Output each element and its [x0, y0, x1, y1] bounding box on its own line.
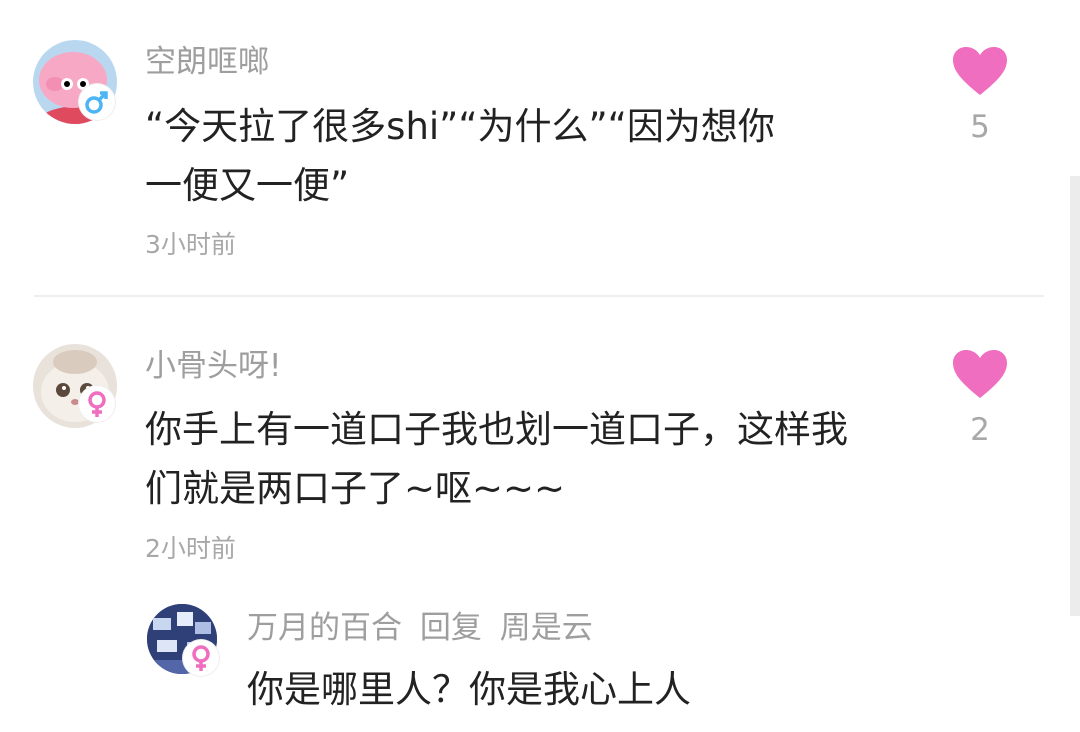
reply-label: 回复 — [419, 610, 482, 646]
female-icon — [183, 640, 219, 676]
comment-text-line: 一便又一便” — [145, 164, 350, 207]
comment-text-line: 们就是两口子了~呕~~~ — [145, 467, 566, 510]
reply-text: 你是哪里人？你是我心上人 — [247, 668, 691, 711]
comment-time: 2小时前 — [145, 534, 236, 563]
comment-username[interactable]: 小骨头呀! — [145, 351, 281, 382]
comment-text-line: “今天拉了很多shi”“为什么”“因为想你 — [145, 105, 775, 148]
like-button[interactable]: 5 — [950, 46, 1010, 143]
heart-icon — [953, 350, 1007, 398]
comment-text-line: 你手上有一道口子我也划一道口子，这样我 — [145, 408, 848, 451]
like-count: 2 — [970, 412, 990, 448]
reply-to-username[interactable]: 周是云 — [500, 610, 593, 646]
comment-divider — [34, 295, 1044, 297]
heart-icon — [953, 47, 1007, 95]
comment-time: 3小时前 — [145, 230, 236, 259]
comment-username[interactable]: 空朗哐啷 — [145, 47, 269, 78]
male-icon — [79, 84, 115, 120]
reply-header: 万月的百合 回复 周是云 — [247, 613, 593, 644]
comment-text: “今天拉了很多shi”“为什么”“因为想你 一便又一便” — [145, 97, 935, 215]
reply-username[interactable]: 万月的百合 — [247, 610, 402, 646]
scrollbar[interactable] — [1070, 176, 1080, 616]
female-icon — [79, 386, 115, 422]
like-button[interactable]: 2 — [950, 349, 1010, 446]
like-count: 5 — [970, 109, 990, 145]
comment-text: 你手上有一道口子我也划一道口子，这样我 们就是两口子了~呕~~~ — [145, 400, 935, 518]
